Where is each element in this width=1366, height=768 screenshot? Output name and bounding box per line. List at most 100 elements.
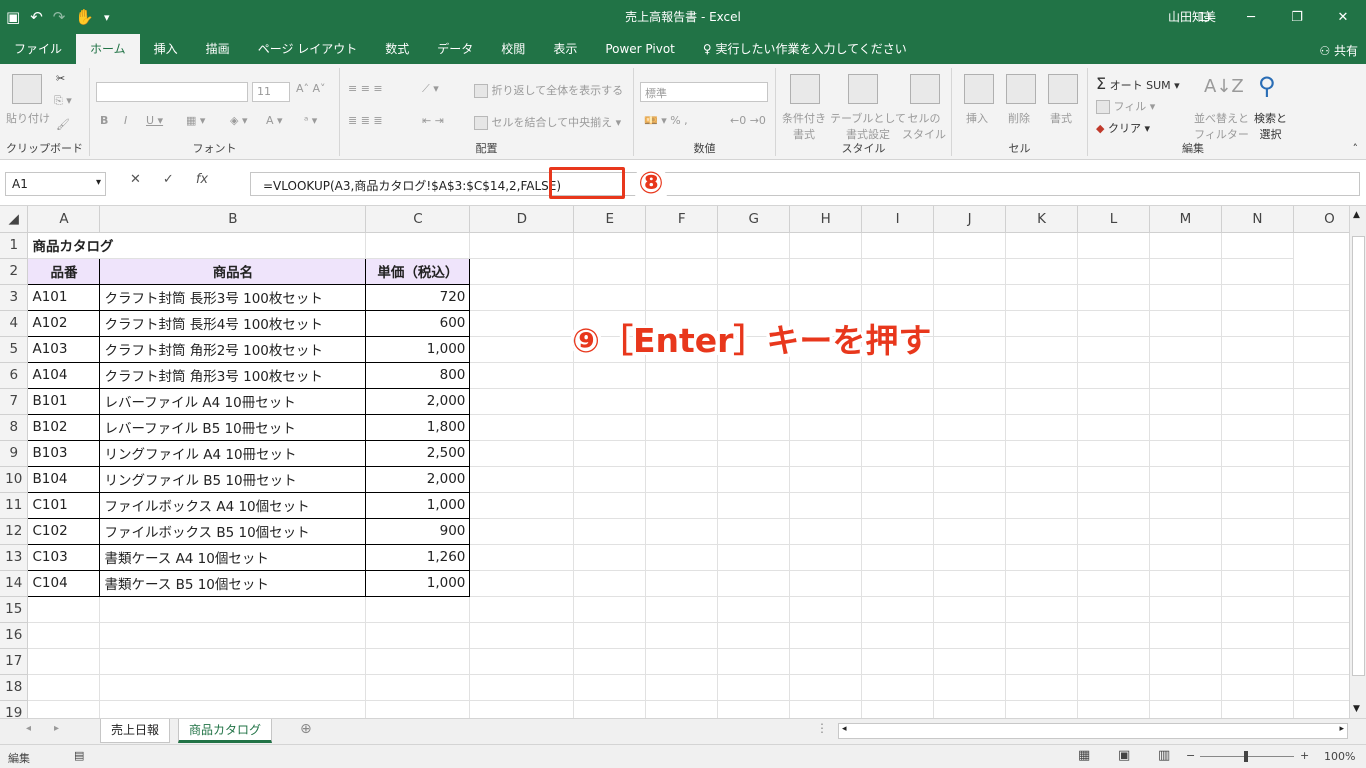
align-top-icon[interactable]: ≡ ≡ ≡ [348, 82, 383, 95]
sheet-tab-sales-daily[interactable]: 売上日報 [100, 719, 171, 743]
cell[interactable] [789, 414, 863, 441]
column-header[interactable]: A [27, 206, 101, 233]
insert-function-icon[interactable]: fx [196, 172, 208, 187]
cell[interactable] [1005, 336, 1079, 363]
cell[interactable] [1221, 336, 1294, 363]
cell[interactable] [717, 518, 791, 545]
cell[interactable] [469, 258, 575, 285]
align-left-icon[interactable]: ≣ ≣ ≣ [348, 114, 383, 127]
cell[interactable] [861, 648, 935, 675]
cell[interactable] [645, 674, 719, 701]
cell[interactable] [933, 336, 1007, 363]
cell[interactable] [645, 440, 719, 467]
header-cell[interactable]: 単価（税込） [365, 257, 471, 285]
cut-icon[interactable]: ✂ [56, 72, 65, 85]
row-header[interactable]: 19 [0, 700, 29, 718]
cell[interactable] [861, 622, 935, 649]
cell[interactable] [645, 570, 719, 597]
cell[interactable] [1149, 284, 1222, 311]
cell[interactable] [1221, 362, 1294, 389]
cell[interactable] [1077, 310, 1150, 337]
product-name-cell[interactable]: クラフト封筒 角形2号 100枚セット [99, 335, 367, 363]
row-header[interactable]: 5 [0, 336, 29, 363]
cell[interactable] [933, 388, 1007, 415]
column-header[interactable]: D [469, 206, 575, 233]
orientation-icon[interactable]: ⟋ ▾ [422, 82, 439, 96]
minimize-icon[interactable]: ─ [1228, 0, 1274, 34]
product-name-cell[interactable]: ファイルボックス B5 10個セット [99, 517, 367, 545]
cell[interactable] [573, 700, 647, 718]
cell[interactable] [861, 518, 935, 545]
italic-icon[interactable]: I [124, 114, 127, 127]
cell[interactable] [99, 596, 367, 623]
tab-file[interactable]: ファイル [0, 34, 76, 64]
unit-price-cell[interactable]: 1,000 [365, 335, 471, 363]
cell[interactable] [469, 622, 575, 649]
worksheet-grid[interactable]: ◢ A B C D E F G H I J K L M N O 1 商品カタログ… [0, 206, 1366, 718]
cell[interactable] [933, 674, 1007, 701]
product-name-cell[interactable]: クラフト封筒 角形3号 100枚セット [99, 361, 367, 389]
cell[interactable] [99, 648, 367, 675]
cell[interactable] [1077, 544, 1150, 571]
unit-price-cell[interactable]: 720 [365, 283, 471, 311]
cell[interactable] [27, 648, 101, 675]
name-box[interactable]: A1 ▾ [5, 172, 106, 196]
cell[interactable] [1149, 310, 1222, 337]
cell[interactable] [573, 284, 647, 311]
cell[interactable] [1221, 622, 1294, 649]
cell[interactable] [861, 232, 935, 259]
cell[interactable] [1221, 258, 1294, 285]
cell[interactable] [573, 258, 647, 285]
cell[interactable] [1149, 544, 1222, 571]
cell[interactable] [99, 622, 367, 649]
cell[interactable] [365, 674, 471, 701]
cell[interactable] [469, 310, 575, 337]
cell[interactable] [1077, 648, 1150, 675]
cell[interactable] [1149, 674, 1222, 701]
cell[interactable] [1149, 570, 1222, 597]
cell[interactable] [789, 388, 863, 415]
cell[interactable] [469, 336, 575, 363]
row-header[interactable]: 3 [0, 284, 29, 311]
product-name-cell[interactable]: クラフト封筒 長形4号 100枚セット [99, 309, 367, 337]
row-header[interactable]: 10 [0, 466, 29, 493]
cell[interactable] [99, 674, 367, 701]
cell[interactable] [789, 596, 863, 623]
cell[interactable] [1077, 700, 1150, 718]
cell[interactable] [469, 544, 575, 571]
cell[interactable] [717, 674, 791, 701]
column-header[interactable]: G [717, 206, 791, 233]
row-header[interactable]: 12 [0, 518, 29, 545]
cell[interactable] [1077, 414, 1150, 441]
sheet-title-cell[interactable]: 商品カタログ [27, 232, 367, 259]
cell[interactable] [1221, 388, 1294, 415]
cell[interactable] [1005, 622, 1079, 649]
border-icon[interactable]: ▦ ▾ [186, 114, 205, 127]
cell[interactable] [1077, 492, 1150, 519]
next-sheet-icon[interactable]: ▸ [54, 723, 59, 734]
cell[interactable] [1005, 648, 1079, 675]
formula-input[interactable]: =VLOOKUP(A3,商品カタログ!$A$3:$C$14,2,FALSE) [250, 172, 1360, 196]
cell[interactable] [789, 232, 863, 259]
cell[interactable] [933, 414, 1007, 441]
cell[interactable] [789, 440, 863, 467]
insert-cells-icon[interactable] [964, 74, 994, 104]
cell[interactable] [861, 492, 935, 519]
product-name-cell[interactable]: レバーファイル A4 10冊セット [99, 387, 367, 415]
cell[interactable] [861, 674, 935, 701]
cell[interactable] [861, 700, 935, 718]
cell[interactable] [789, 258, 863, 285]
clear-button[interactable]: ◆ クリア ▾ [1096, 120, 1150, 136]
fill-color-icon[interactable]: ◈ ▾ [230, 114, 247, 127]
row-header[interactable]: 2 [0, 258, 29, 285]
cell[interactable] [717, 284, 791, 311]
cell[interactable] [933, 284, 1007, 311]
cell[interactable] [1149, 466, 1222, 493]
column-header[interactable]: B [99, 206, 367, 233]
cell[interactable] [789, 284, 863, 311]
cell[interactable] [933, 700, 1007, 718]
select-all-corner[interactable]: ◢ [0, 206, 29, 233]
cell[interactable] [933, 362, 1007, 389]
column-header[interactable]: L [1077, 206, 1150, 233]
column-header[interactable]: C [365, 206, 471, 233]
